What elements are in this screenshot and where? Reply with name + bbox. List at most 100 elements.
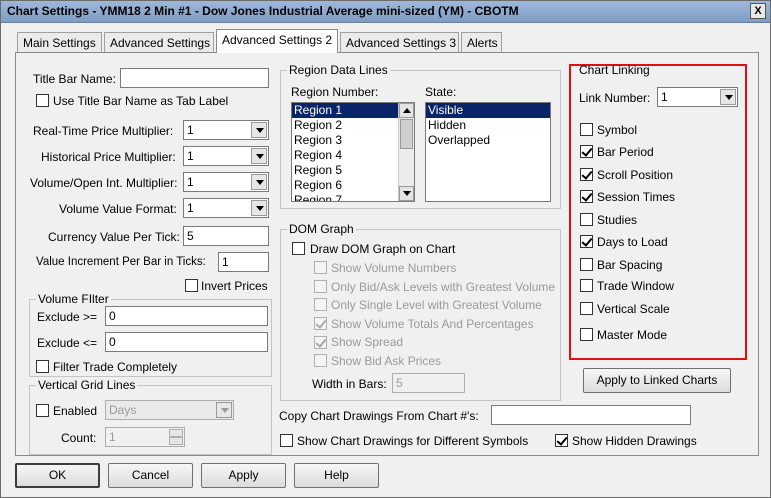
link-bar-period-checkbox[interactable] [580,145,593,158]
title-bar-name-input[interactable] [120,68,269,88]
show-volume-numbers-checkbox[interactable] [314,261,327,274]
region-number-list[interactable]: Region 1 Region 2 Region 3 Region 4 Regi… [291,102,415,202]
exclude-le-input[interactable]: 0 [105,332,268,352]
tab-advanced-settings[interactable]: Advanced Settings [104,32,214,52]
filter-trade-label: Filter Trade Completely [53,360,178,374]
scroll-thumb[interactable] [400,119,413,149]
grid-interval-select[interactable]: Days [105,400,234,420]
list-item[interactable]: Region 4 [292,148,414,163]
realtime-multiplier-select[interactable]: 1 [183,120,269,140]
dom-graph-title: DOM Graph [287,222,356,236]
help-button[interactable]: Help [294,463,379,488]
list-item[interactable]: Hidden [426,118,550,133]
bid-ask-greatest-label: Only Bid/Ask Levels with Greatest Volume [331,280,556,294]
show-hidden-drawings-label: Show Hidden Drawings [572,434,697,448]
chevron-down-icon [251,122,267,138]
tab-advanced-settings-2[interactable]: Advanced Settings 2 [216,29,338,53]
chevron-down-icon [216,402,232,418]
link-bar-spacing-label: Bar Spacing [597,258,663,272]
apply-button[interactable]: Apply [201,463,286,488]
exclude-ge-input[interactable]: 0 [105,306,268,326]
chevron-down-icon [720,89,736,105]
link-studies-checkbox[interactable] [580,213,593,226]
list-item[interactable]: Region 3 [292,133,414,148]
region-data-lines-title: Region Data Lines [287,63,390,77]
grid-enabled-checkbox[interactable] [36,404,49,417]
title-bar: Chart Settings - YMM18 2 Min #1 - Dow Jo… [1,1,770,23]
link-trade-window-label: Trade Window [597,279,674,293]
ok-button[interactable]: OK [15,463,100,488]
list-item[interactable]: Region 6 [292,178,414,193]
list-item[interactable]: Overlapped [426,133,550,148]
copy-drawings-input[interactable] [491,405,691,425]
grid-count-input[interactable]: 1 [105,427,185,447]
list-item[interactable]: Region 1 [292,103,414,118]
width-in-bars-label: Width in Bars: [312,377,387,391]
single-level-greatest-label: Only Single Level with Greatest Volume [331,298,542,312]
bid-ask-prices-checkbox[interactable] [314,354,327,367]
link-vertical-scale-label: Vertical Scale [597,302,670,316]
value-increment-input[interactable]: 1 [218,252,269,272]
chevron-down-icon [251,174,267,190]
vol-oi-multiplier-select[interactable]: 1 [183,172,269,192]
show-diff-symbols-label: Show Chart Drawings for Different Symbol… [297,434,529,448]
volume-value-format-label: Volume Value Format: [59,202,177,216]
volume-value-format-value: 1 [187,201,194,215]
list-item[interactable]: Region 2 [292,118,414,133]
width-in-bars-input[interactable]: 5 [392,373,465,393]
list-item[interactable]: Region 7 [292,193,414,201]
draw-dom-checkbox[interactable] [292,242,305,255]
historical-multiplier-value: 1 [187,149,194,163]
invert-prices-checkbox[interactable] [185,279,198,292]
historical-multiplier-select[interactable]: 1 [183,146,269,166]
show-spread-checkbox[interactable] [314,336,327,349]
spinner-icon [169,429,183,445]
link-trade-window-checkbox[interactable] [580,279,593,292]
link-scroll-position-checkbox[interactable] [580,168,593,181]
exclude-ge-label: Exclude >= [37,310,98,324]
apply-to-linked-charts-button[interactable]: Apply to Linked Charts [583,368,731,393]
region-list-scrollbar[interactable] [398,103,414,201]
link-symbol-checkbox[interactable] [580,123,593,136]
realtime-multiplier-value: 1 [187,123,194,137]
currency-per-tick-input[interactable]: 5 [183,226,269,246]
vol-oi-multiplier-value: 1 [187,175,194,189]
link-master-mode-checkbox[interactable] [580,328,593,341]
volume-totals-checkbox[interactable] [314,317,327,330]
volume-filter-title: Volume FIlter [36,292,111,306]
scroll-up-icon[interactable] [399,103,414,118]
list-item[interactable]: Region 5 [292,163,414,178]
volume-value-format-select[interactable]: 1 [183,198,269,218]
list-item[interactable]: Visible [426,103,550,118]
link-number-select[interactable]: 1 [657,87,738,107]
link-session-times-checkbox[interactable] [580,190,593,203]
region-number-label: Region Number: [291,85,379,99]
invert-prices-label: Invert Prices [201,279,268,293]
link-vertical-scale-checkbox[interactable] [580,302,593,315]
vertical-grid-title: Vertical Grid Lines [36,378,138,392]
bid-ask-greatest-checkbox[interactable] [314,280,327,293]
tab-alerts[interactable]: Alerts [461,32,502,52]
use-title-bar-label: Use Title Bar Name as Tab Label [53,94,229,108]
grid-count-label: Count: [61,431,97,445]
filter-trade-checkbox[interactable] [36,360,49,373]
value-increment-label: Value Increment Per Bar in Ticks: [36,256,206,268]
scroll-down-icon[interactable] [399,186,414,201]
single-level-greatest-checkbox[interactable] [314,298,327,311]
close-button[interactable]: X [750,3,766,19]
historical-multiplier-label: Historical Price Multiplier: [41,150,176,164]
tab-advanced-settings-3[interactable]: Advanced Settings 3 [340,32,459,52]
state-list[interactable]: Visible Hidden Overlapped [425,102,551,202]
cancel-button[interactable]: Cancel [108,463,193,488]
show-diff-symbols-checkbox[interactable] [280,434,293,447]
vol-oi-multiplier-label: Volume/Open Int. Multiplier: [30,176,178,190]
show-hidden-drawings-checkbox[interactable] [555,434,568,447]
tab-main-settings[interactable]: Main Settings [17,32,102,52]
grid-interval-value: Days [109,403,137,417]
link-number-label: Link Number: [579,91,651,105]
copy-drawings-label: Copy Chart Drawings From Chart #'s: [279,409,479,423]
use-title-bar-checkbox[interactable] [36,94,49,107]
link-bar-spacing-checkbox[interactable] [580,258,593,271]
link-days-to-load-checkbox[interactable] [580,235,593,248]
link-session-times-label: Session Times [597,190,676,204]
